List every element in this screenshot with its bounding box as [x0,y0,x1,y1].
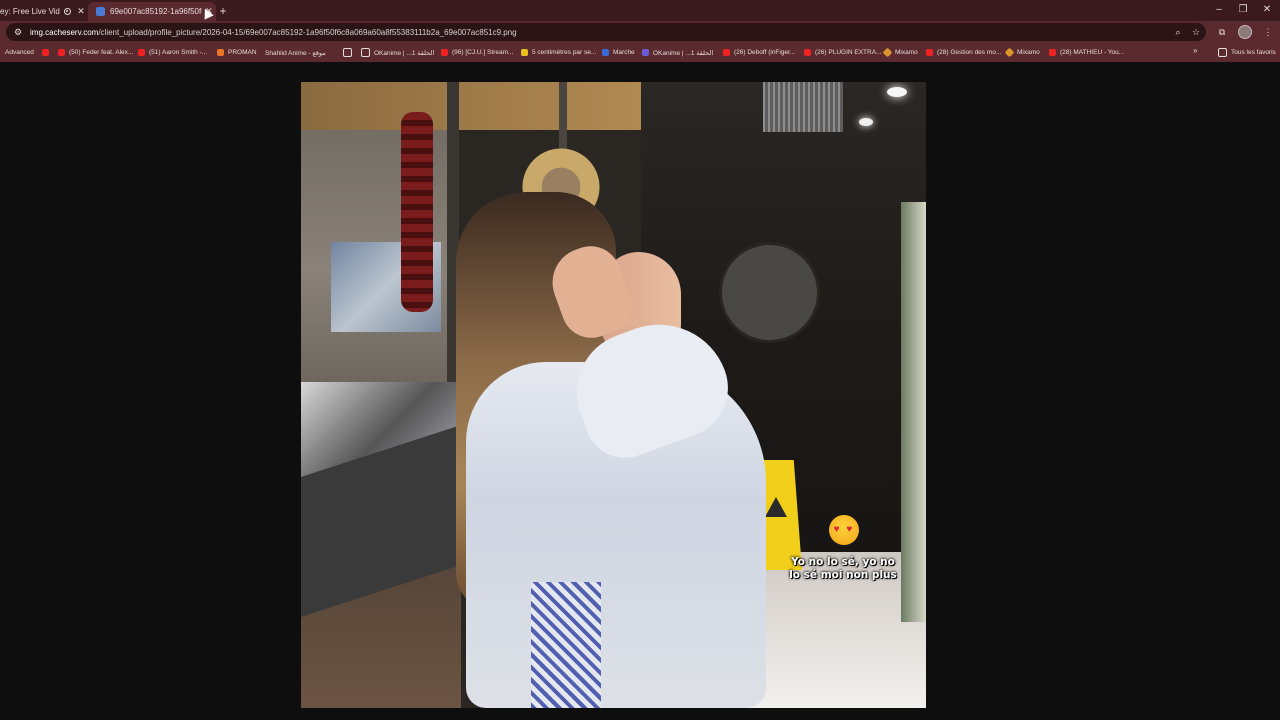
globe-icon [343,48,352,57]
address-bar[interactable]: ⚙ img.cacheserv.com/client_upload/profil… [6,23,1206,41]
bookmark-okanime-1[interactable]: OKanime | ...الحلقة 1 [361,46,434,59]
bookmark-icon [521,49,528,56]
browser-toolbar: ⚙ img.cacheserv.com/client_upload/profil… [0,21,1280,43]
youtube-icon [723,49,730,56]
bookmark-okanime-2[interactable]: OKanime | ...الحلقة 1 [642,46,713,59]
bookmark-label: Advanced [5,49,34,56]
bookmark-label: (26) PLUGIN EXTRA... [815,49,882,56]
youtube-icon [926,49,933,56]
mixamo-icon [882,47,893,58]
mixamo-icon [1004,47,1015,58]
url-text[interactable]: img.cacheserv.com/client_upload/profile_… [30,28,517,37]
site-settings-icon[interactable]: ⚙ [9,23,27,41]
tab-strip: ey: Free Live Video C ✕ 69e007ac85192-1a… [0,0,1280,21]
youtube-icon [138,49,145,56]
bookmark-gestion[interactable]: (28) Gestion des mo... [926,46,1001,59]
bookmark-label: OKanime | ...الحلقة 1 [374,49,435,57]
bookmark-label: PROMAN [228,49,257,56]
proman-icon [217,49,224,56]
okanime-icon [642,49,649,56]
new-tab-button[interactable]: + [216,3,230,19]
close-tab-icon[interactable]: ✕ [74,6,88,17]
bookmark-plugin-extra[interactable]: (26) PLUGIN EXTRA... [804,46,881,59]
bookmark-label: Tous les favoris [1231,49,1276,56]
tab-free-live-video[interactable]: ey: Free Live Video C ✕ [0,2,88,21]
bookmark-mixamo-1[interactable]: Mixamo [882,46,918,59]
bookmark-5-centimetres[interactable]: 5 centimètres par se... [521,46,596,59]
globe-icon [361,48,370,57]
bookmark-label: Marche [613,49,635,56]
photo-caption: Yo no lo sé, yo no lo sé moi non plus [789,556,897,581]
bookmark-label: (28) MATHIEU - You... [1060,49,1125,56]
bookmark-youtube[interactable] [42,46,53,59]
bookmark-advanced[interactable]: Advanced [5,46,34,59]
tab-title: 69e007ac85192-1a96f50f6c8a [110,7,202,16]
bookmark-label: (96) [CJ.U.] Stream... [452,49,514,56]
bookmark-aaron-smith[interactable]: (51) Aaron Smith -... [138,46,207,59]
bookmark-label: (28) Gestion des mo... [937,49,1002,56]
bookmarks-bar: Advanced (50) Feder feat. Alex... (51) A… [0,43,1280,62]
bookmark-label: Shahiid Anime - موقع [265,49,326,57]
marche-icon [602,49,609,56]
bookmarks-overflow-button[interactable]: » [1193,46,1197,55]
bookmark-label: (50) Feder feat. Alex... [69,49,134,56]
extensions-icon[interactable]: ⧉ [1216,27,1228,38]
youtube-icon [441,49,448,56]
tab-title: ey: Free Live Video C [0,7,60,16]
bookmark-marche[interactable]: Marche [602,46,635,59]
url-host: img.cacheserv.com [30,27,99,37]
bookmark-globe[interactable] [343,46,356,59]
bookmark-label: (51) Aaron Smith -... [149,49,208,56]
bookmark-label: Mixamo [895,49,918,56]
tab-image-viewer[interactable]: 69e007ac85192-1a96f50f6c8a ✕ [88,2,216,21]
all-bookmarks-folder[interactable]: Tous les favoris [1218,46,1276,59]
bookmark-mathieu[interactable]: (28) MATHIEU - You... [1049,46,1124,59]
bookmark-cju-stream[interactable]: (96) [CJ.U.] Stream... [441,46,513,59]
close-window-button[interactable]: ✕ [1255,3,1279,17]
bookmark-label: OKanime | ...الحلقة 1 [653,49,714,57]
bookmark-star-icon[interactable]: ☆ [1190,27,1202,38]
bookmark-shahiid-anime[interactable]: Shahiid Anime - موقع [265,46,326,59]
bookmark-label: 5 centimètres par se... [532,49,597,56]
heart-eyes-emoji-icon: ♥ ♥ [829,515,859,545]
menu-kebab-icon[interactable]: ⋮ [1262,27,1274,38]
minimize-button[interactable]: – [1207,3,1231,17]
bookmark-label: Mixamo [1017,49,1040,56]
image-favicon-icon [96,7,105,16]
displayed-photo[interactable]: ♥ ♥ Yo no lo sé, yo no lo sé moi non plu… [301,82,926,708]
url-path: /client_upload/profile_picture/2026-04-1… [98,27,517,37]
bookmark-label: (26) Deboff (inFiger... [734,49,796,56]
youtube-icon [58,49,65,56]
restore-button[interactable]: ❐ [1231,3,1255,17]
bookmark-proman[interactable]: PROMAN [217,46,257,59]
bookmark-mixamo-2[interactable]: Mixamo [1004,46,1040,59]
bookmark-deboff[interactable]: (26) Deboff (inFiger... [723,46,795,59]
profile-avatar[interactable] [1238,25,1252,39]
youtube-icon [804,49,811,56]
youtube-icon [1049,49,1056,56]
folder-icon [1218,48,1227,57]
youtube-icon [42,49,49,56]
zoom-icon[interactable]: ⌕ [1172,27,1184,38]
image-viewer: ♥ ♥ Yo no lo sé, yo no lo sé moi non plu… [0,62,1280,720]
bookmark-feder[interactable]: (50) Feder feat. Alex... [58,46,133,59]
recording-icon [60,7,74,17]
